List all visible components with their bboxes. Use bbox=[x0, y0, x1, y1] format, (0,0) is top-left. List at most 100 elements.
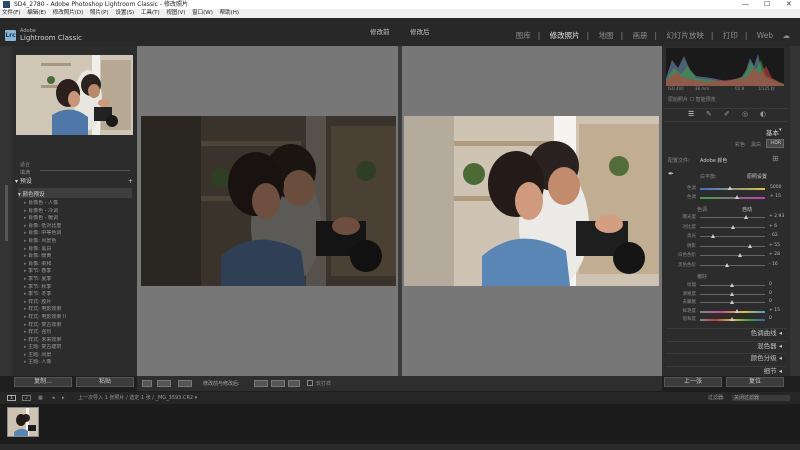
list-item[interactable]: 肖像: 柔和 bbox=[24, 261, 134, 269]
list-item[interactable]: 肖像: 风景色 bbox=[24, 238, 134, 246]
original-smart-preview[interactable]: 原始照片 ☐ 智能预览 bbox=[668, 96, 716, 103]
nav-zoom-track[interactable] bbox=[40, 170, 130, 171]
module-library[interactable]: 图库 bbox=[516, 31, 531, 40]
slider-track[interactable] bbox=[700, 245, 765, 247]
slider-value[interactable]: - 62 bbox=[769, 233, 778, 238]
grid-view-icon[interactable]: ▦ bbox=[38, 392, 43, 404]
treatment-bw[interactable]: 黑白 bbox=[751, 141, 761, 148]
slider-value[interactable]: + 2.93 bbox=[769, 214, 784, 219]
presets-panel-header[interactable]: ▾ 预设 + bbox=[12, 177, 137, 187]
list-item[interactable]: 季节: 秋季 bbox=[24, 284, 134, 292]
list-item[interactable]: 肖像色 - 人像 bbox=[24, 200, 134, 208]
slider-value[interactable]: + 15 bbox=[769, 308, 780, 313]
basic-panel-title[interactable]: 基本 bbox=[766, 127, 779, 137]
list-item[interactable]: 季节: 夏季 bbox=[24, 276, 134, 284]
panel-color-grading[interactable]: 颜色分级 ◂ bbox=[666, 353, 786, 362]
preset-group-color[interactable]: ▾ 颜色预设 bbox=[18, 190, 45, 198]
profile-browser-icon[interactable]: ⊞ bbox=[772, 154, 779, 163]
wb-eyedropper-icon[interactable]: ✒ bbox=[668, 170, 674, 178]
slider-value[interactable]: 0 bbox=[769, 291, 772, 296]
list-item[interactable]: 肖像: 暖黄 bbox=[24, 253, 134, 261]
panel-color-mixer[interactable]: 混色器 ◂ bbox=[666, 341, 786, 350]
navigator-preview[interactable] bbox=[16, 55, 133, 135]
secondary-window-2[interactable]: 2 bbox=[22, 395, 31, 401]
treatment-hdr-button[interactable]: HDR bbox=[766, 139, 784, 148]
copy-after-to-before-icon[interactable] bbox=[271, 380, 285, 387]
list-item[interactable]: 主题: 风景 bbox=[24, 352, 134, 360]
loupe-view-icon[interactable] bbox=[142, 380, 152, 387]
copy-button[interactable]: 复制... bbox=[14, 377, 72, 387]
minimize-button[interactable]: — bbox=[742, 0, 749, 9]
reset-button[interactable]: 复位 bbox=[726, 377, 784, 387]
before-image[interactable] bbox=[141, 116, 396, 286]
panel-detail[interactable]: 细节 ◂ bbox=[666, 366, 786, 375]
menu-settings[interactable]: 设置(S) bbox=[115, 10, 134, 16]
list-item[interactable]: 样式: 未来效果 bbox=[24, 337, 134, 345]
nav-zoom-fit[interactable]: 适合 bbox=[20, 161, 30, 168]
tint-value[interactable]: + 15 bbox=[770, 194, 781, 199]
copy-before-to-after-icon[interactable] bbox=[254, 380, 268, 387]
slider-knob[interactable] bbox=[730, 300, 734, 304]
list-item[interactable]: 肖像: 黑白 bbox=[24, 246, 134, 254]
list-item[interactable]: 季节: 冬季 bbox=[24, 291, 134, 299]
treatment-color[interactable]: 彩色 bbox=[735, 141, 745, 148]
temp-value[interactable]: 5000 bbox=[770, 185, 781, 190]
list-item[interactable]: 肖像: 中等色调 bbox=[24, 230, 134, 238]
adjust-sliders-icon[interactable]: ☰ bbox=[688, 110, 694, 118]
menu-develop[interactable]: 修改照片(D) bbox=[53, 10, 84, 16]
list-item[interactable]: 季节: 春季 bbox=[24, 268, 134, 276]
menu-window[interactable]: 窗口(W) bbox=[192, 10, 213, 16]
list-item[interactable]: 样式: 胶片 bbox=[24, 299, 134, 307]
list-item[interactable]: 样式: 强烈 bbox=[24, 329, 134, 337]
temp-track[interactable] bbox=[700, 188, 765, 190]
compare-view-icon[interactable] bbox=[157, 380, 171, 387]
tint-track[interactable] bbox=[700, 197, 765, 199]
list-item[interactable]: 样式: 电影效果 II bbox=[24, 314, 134, 322]
list-item[interactable]: 肖像色 - 冷调 bbox=[24, 208, 134, 216]
slider-knob[interactable] bbox=[730, 317, 734, 321]
list-item[interactable]: 主题: 人像 bbox=[24, 359, 134, 367]
tint-knob[interactable] bbox=[735, 195, 739, 199]
menu-photo[interactable]: 照片(P) bbox=[90, 10, 109, 16]
slider-value[interactable]: + 28 bbox=[769, 252, 780, 257]
menu-tools[interactable]: 工具(T) bbox=[141, 10, 160, 16]
filmstrip-source[interactable]: 上一次导入 1 张照片 / 选定 1 张 / _MG_3593.CR2 ▾ bbox=[78, 392, 197, 404]
maximize-button[interactable]: ☐ bbox=[764, 0, 770, 9]
nav-zoom-fill[interactable]: 填满 bbox=[20, 169, 30, 176]
slider-track[interactable] bbox=[700, 217, 765, 218]
list-item[interactable]: 肖像: 低对比度 bbox=[24, 223, 134, 231]
brush-icon[interactable]: ✐ bbox=[724, 110, 730, 118]
forward-arrow-icon[interactable]: ▸ bbox=[62, 392, 65, 404]
profile-select[interactable]: Adobe 颜色 bbox=[700, 157, 727, 164]
list-item[interactable]: 样式: 复古效果 bbox=[24, 322, 134, 330]
slider-knob[interactable] bbox=[744, 215, 749, 219]
module-map[interactable]: 地图 bbox=[599, 31, 614, 40]
filmstrip-thumbnail[interactable] bbox=[7, 407, 39, 437]
list-item[interactable]: 主题: 复古建筑 bbox=[24, 344, 134, 352]
module-develop[interactable]: 修改照片 bbox=[550, 31, 580, 40]
soft-proof-checkbox[interactable] bbox=[307, 380, 313, 386]
module-book[interactable]: 画册 bbox=[632, 31, 647, 40]
slider-value[interactable]: + 6 bbox=[769, 224, 777, 229]
after-image[interactable] bbox=[404, 116, 659, 286]
module-slideshow[interactable]: 幻灯片放映 bbox=[666, 31, 704, 40]
slider-knob[interactable] bbox=[737, 253, 742, 257]
slider-track[interactable] bbox=[700, 255, 765, 256]
left-scrollbar[interactable] bbox=[5, 185, 8, 241]
panel-tone-curve[interactable]: 色调曲线 ◂ bbox=[666, 328, 786, 337]
menu-view[interactable]: 视图(V) bbox=[166, 10, 185, 16]
redeye-icon[interactable]: ◎ bbox=[742, 110, 748, 118]
slider-value[interactable]: 0 bbox=[769, 282, 772, 287]
histogram[interactable] bbox=[666, 48, 784, 86]
basic-panel-collapse-icon[interactable]: ▾ bbox=[779, 127, 782, 133]
previous-button[interactable]: 上一张 bbox=[664, 377, 722, 387]
brand-line-2[interactable]: Lightroom Classic bbox=[20, 34, 82, 42]
healing-icon[interactable]: ✎ bbox=[706, 110, 712, 118]
slider-value[interactable]: 0 bbox=[769, 299, 772, 304]
slider-value[interactable]: - 16 bbox=[769, 262, 778, 267]
slider-knob[interactable] bbox=[748, 243, 753, 248]
list-item[interactable]: 样式: 电影效果 bbox=[24, 306, 134, 314]
swap-icon[interactable] bbox=[288, 380, 300, 387]
slider-knob[interactable] bbox=[731, 224, 736, 229]
filter-select[interactable]: 关闭过滤器 bbox=[732, 395, 790, 401]
